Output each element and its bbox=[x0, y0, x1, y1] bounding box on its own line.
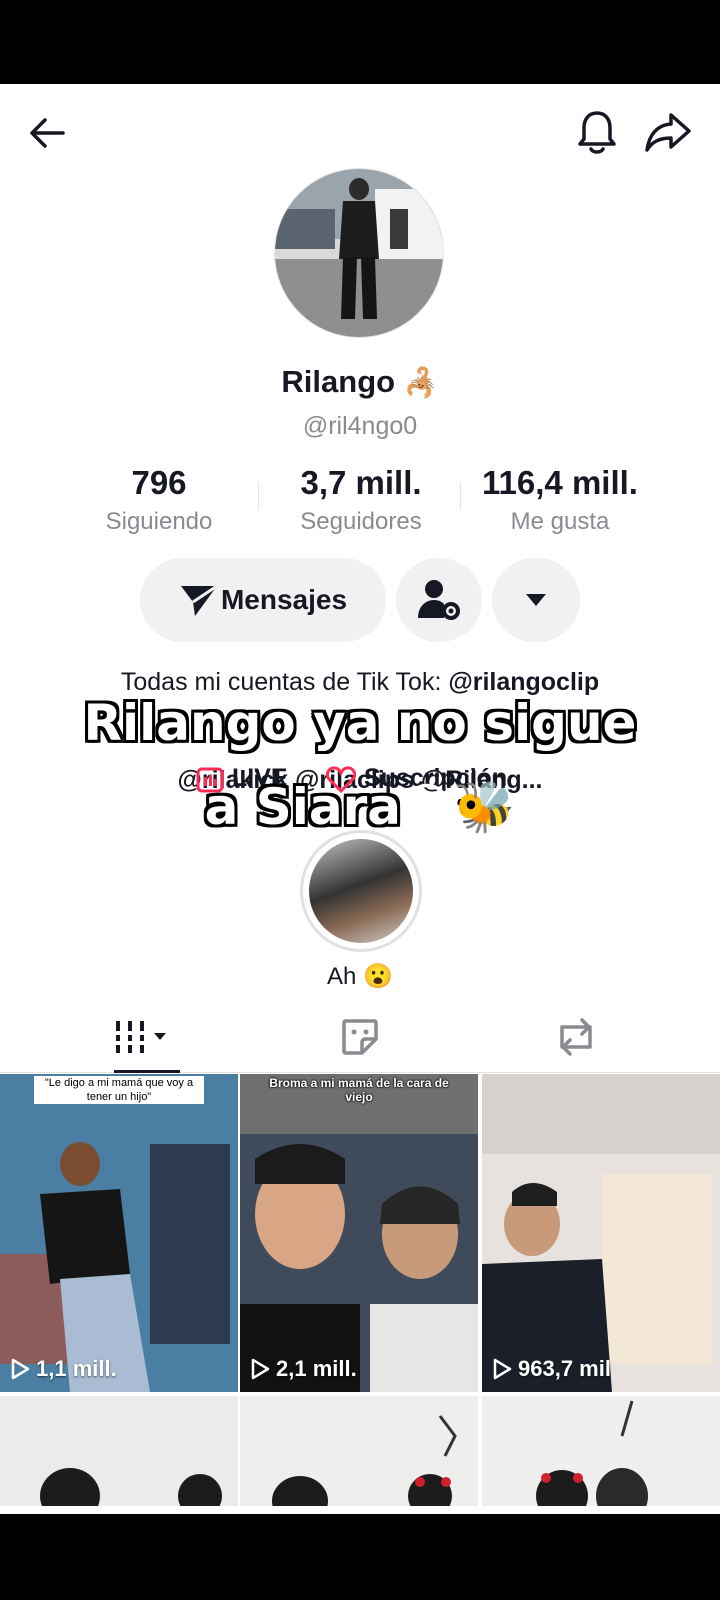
stat-following-label: Siguiendo bbox=[105, 508, 213, 535]
share-arrow-icon bbox=[645, 113, 691, 152]
profile-name: Rilango 🦂 bbox=[0, 364, 720, 400]
profile-name-text: Rilango bbox=[281, 364, 396, 399]
bio-line-1: Todas mi cuentas de Tik Tok: @rilangocli… bbox=[0, 668, 720, 697]
stat-likes-value: 116,4 mill. bbox=[482, 464, 638, 501]
active-tab-indicator bbox=[114, 1070, 180, 1073]
stat-followers[interactable]: 3,7 mill. Seguidores bbox=[276, 464, 446, 536]
video-views-count: 1,1 mill. bbox=[36, 1356, 117, 1381]
stat-following-value: 796 bbox=[131, 464, 187, 501]
overlay-caption-text: a Siara bbox=[204, 778, 402, 836]
video-views: 2,1 mill. bbox=[250, 1356, 357, 1382]
stat-divider bbox=[460, 482, 461, 510]
story-highlight-label: Ah 😮 bbox=[327, 963, 393, 990]
tab-reposts[interactable] bbox=[456, 1002, 696, 1072]
stat-followers-label: Seguidores bbox=[300, 508, 422, 535]
bio-text: Todas mi cuentas de Tik Tok: bbox=[120, 668, 449, 696]
messages-button[interactable]: Mensajes bbox=[140, 558, 386, 642]
video-thumbnail-image bbox=[0, 1396, 238, 1506]
messages-label: Mensajes bbox=[220, 584, 348, 615]
video-thumbnail[interactable] bbox=[0, 1396, 238, 1506]
bio-link-rilangoclip[interactable]: @rilangoclip bbox=[448, 668, 599, 696]
video-thumbnail-image bbox=[240, 1074, 478, 1392]
video-thumbnail[interactable]: Broma a mi mamá de la cara de viejo 2,1 … bbox=[240, 1074, 478, 1392]
video-views: 963,7 mil bbox=[492, 1356, 611, 1382]
back-button[interactable] bbox=[20, 106, 74, 160]
arrow-left-icon bbox=[30, 118, 65, 148]
share-button[interactable] bbox=[638, 104, 698, 160]
video-thumbnail[interactable]: 963,7 mil bbox=[482, 1074, 720, 1392]
stat-divider bbox=[258, 482, 259, 510]
stat-following[interactable]: 796 Siguiendo bbox=[84, 464, 234, 536]
stat-likes[interactable]: 116,4 mill. Me gusta bbox=[470, 464, 650, 536]
video-thumbnail-image bbox=[0, 1074, 238, 1392]
video-thumbnail[interactable] bbox=[482, 1396, 720, 1506]
notification-bell-button[interactable] bbox=[570, 104, 624, 160]
story-highlight-thumbnail bbox=[309, 839, 413, 943]
stat-followers-value: 3,7 mill. bbox=[300, 464, 422, 501]
profile-handle: @ril4ngo0 bbox=[302, 412, 418, 440]
avatar-photo bbox=[275, 169, 443, 337]
video-views: 1,1 mill. bbox=[10, 1356, 117, 1382]
tab-videos[interactable] bbox=[24, 1002, 264, 1073]
user-gear-icon bbox=[418, 580, 460, 620]
bell-icon bbox=[578, 111, 616, 154]
caret-down-icon bbox=[526, 594, 546, 606]
video-caption: Broma a mi mamá de la cara de viejo bbox=[269, 1076, 449, 1104]
more-options-dropdown[interactable] bbox=[492, 558, 580, 642]
video-thumbnail-image bbox=[240, 1396, 478, 1506]
overlay-caption-line-1: Rilango ya no sigue bbox=[83, 694, 637, 752]
grid-bars-icon bbox=[114, 1021, 166, 1053]
play-icon bbox=[11, 1358, 30, 1380]
scorpion-emoji: 🦂 bbox=[403, 367, 439, 398]
top-bar bbox=[0, 84, 720, 174]
video-thumbnail-image bbox=[482, 1396, 720, 1506]
send-icon bbox=[180, 584, 218, 616]
video-thumbnail[interactable] bbox=[240, 1396, 478, 1506]
user-settings-button[interactable] bbox=[396, 558, 482, 642]
sticker-icon bbox=[342, 1019, 378, 1055]
story-highlight[interactable] bbox=[300, 830, 422, 952]
stat-likes-label: Me gusta bbox=[510, 508, 610, 535]
tab-liked[interactable] bbox=[240, 1002, 480, 1072]
overlay-emojis: 😫🐝 bbox=[401, 778, 516, 836]
video-caption: "Le digo a mi mamá que voy a tener un hi… bbox=[34, 1076, 204, 1104]
play-icon bbox=[493, 1358, 512, 1380]
repost-icon bbox=[560, 1018, 592, 1056]
video-views-count: 2,1 mill. bbox=[276, 1356, 357, 1381]
play-icon bbox=[251, 1358, 270, 1380]
video-views-count: 963,7 mil bbox=[518, 1356, 611, 1381]
video-thumbnail-image bbox=[482, 1074, 720, 1392]
overlay-caption-line-2: a Siara😫🐝 bbox=[0, 778, 720, 837]
profile-screen: Rilango 🦂 @ril4ngo0 796 Siguiendo 3,7 mi… bbox=[0, 84, 720, 1514]
video-thumbnail[interactable]: "Le digo a mi mamá que voy a tener un hi… bbox=[0, 1074, 238, 1392]
profile-tabs bbox=[0, 1002, 720, 1073]
profile-avatar[interactable] bbox=[274, 168, 444, 338]
